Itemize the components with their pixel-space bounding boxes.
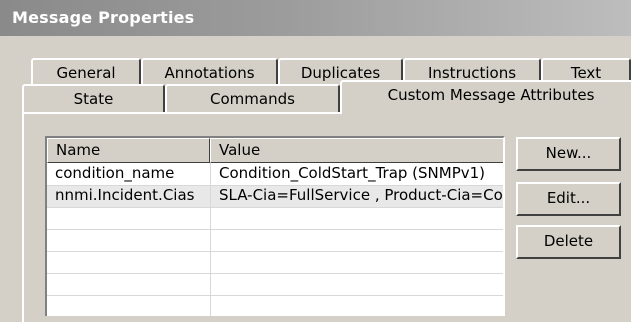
tab-commands-label: Commands xyxy=(210,90,295,108)
row-divider xyxy=(47,185,503,186)
title-bar: Message Properties xyxy=(0,0,631,36)
tab-state[interactable]: State xyxy=(22,84,165,114)
tab-annotations-label: Annotations xyxy=(164,64,255,82)
tab-custom-message-attributes-label: Custom Message Attributes xyxy=(387,86,595,104)
table-row[interactable]: condition_name Condition_ColdStart_Trap … xyxy=(47,163,503,185)
table-row[interactable]: nnmi.Incident.Cias SLA-Cia=FullService ,… xyxy=(47,185,503,207)
tab-commands[interactable]: Commands xyxy=(165,84,340,114)
row-divider xyxy=(47,273,503,274)
column-divider xyxy=(210,163,211,316)
row-divider xyxy=(47,251,503,252)
table-cell-value: SLA-Cia=FullService , Product-Cia=Co xyxy=(219,186,503,204)
table-cell-value: Condition_ColdStart_Trap (SNMPv1) xyxy=(219,164,486,182)
edit-button[interactable]: Edit... xyxy=(516,182,621,216)
new-button[interactable]: New... xyxy=(516,137,621,171)
row-divider xyxy=(47,229,503,230)
tab-custom-message-attributes[interactable]: Custom Message Attributes xyxy=(340,80,631,114)
column-header-value[interactable]: Value xyxy=(210,138,503,163)
delete-button[interactable]: Delete xyxy=(516,225,621,259)
row-divider xyxy=(47,295,503,296)
column-header-name[interactable]: Name xyxy=(47,138,210,163)
tab-state-label: State xyxy=(73,90,114,108)
row-divider xyxy=(47,207,503,208)
attributes-table[interactable]: Name Value condition_name Condition_Cold… xyxy=(45,136,505,316)
table-cell-name: condition_name xyxy=(55,164,175,182)
tab-general-label: General xyxy=(56,64,116,82)
table-cell-name: nnmi.Incident.Cias xyxy=(55,186,195,204)
window-title: Message Properties xyxy=(12,8,195,27)
